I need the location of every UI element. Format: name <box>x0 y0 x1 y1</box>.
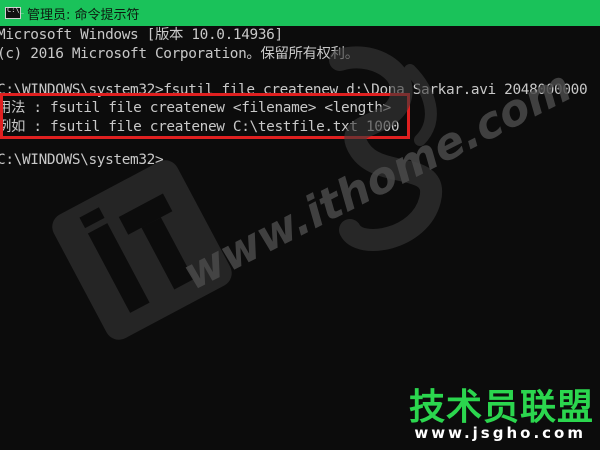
cmd-icon <box>5 6 24 19</box>
console-line-version: Microsoft Windows [版本 10.0.14936] <box>0 27 283 43</box>
title-bar[interactable]: 管理员: 命令提示符 <box>0 0 600 26</box>
brand-url-watermark: www.jsgho.com <box>414 424 586 442</box>
window-title: 管理员: 命令提示符 <box>27 7 140 23</box>
brand-watermark: 技术员联盟 <box>408 387 594 428</box>
